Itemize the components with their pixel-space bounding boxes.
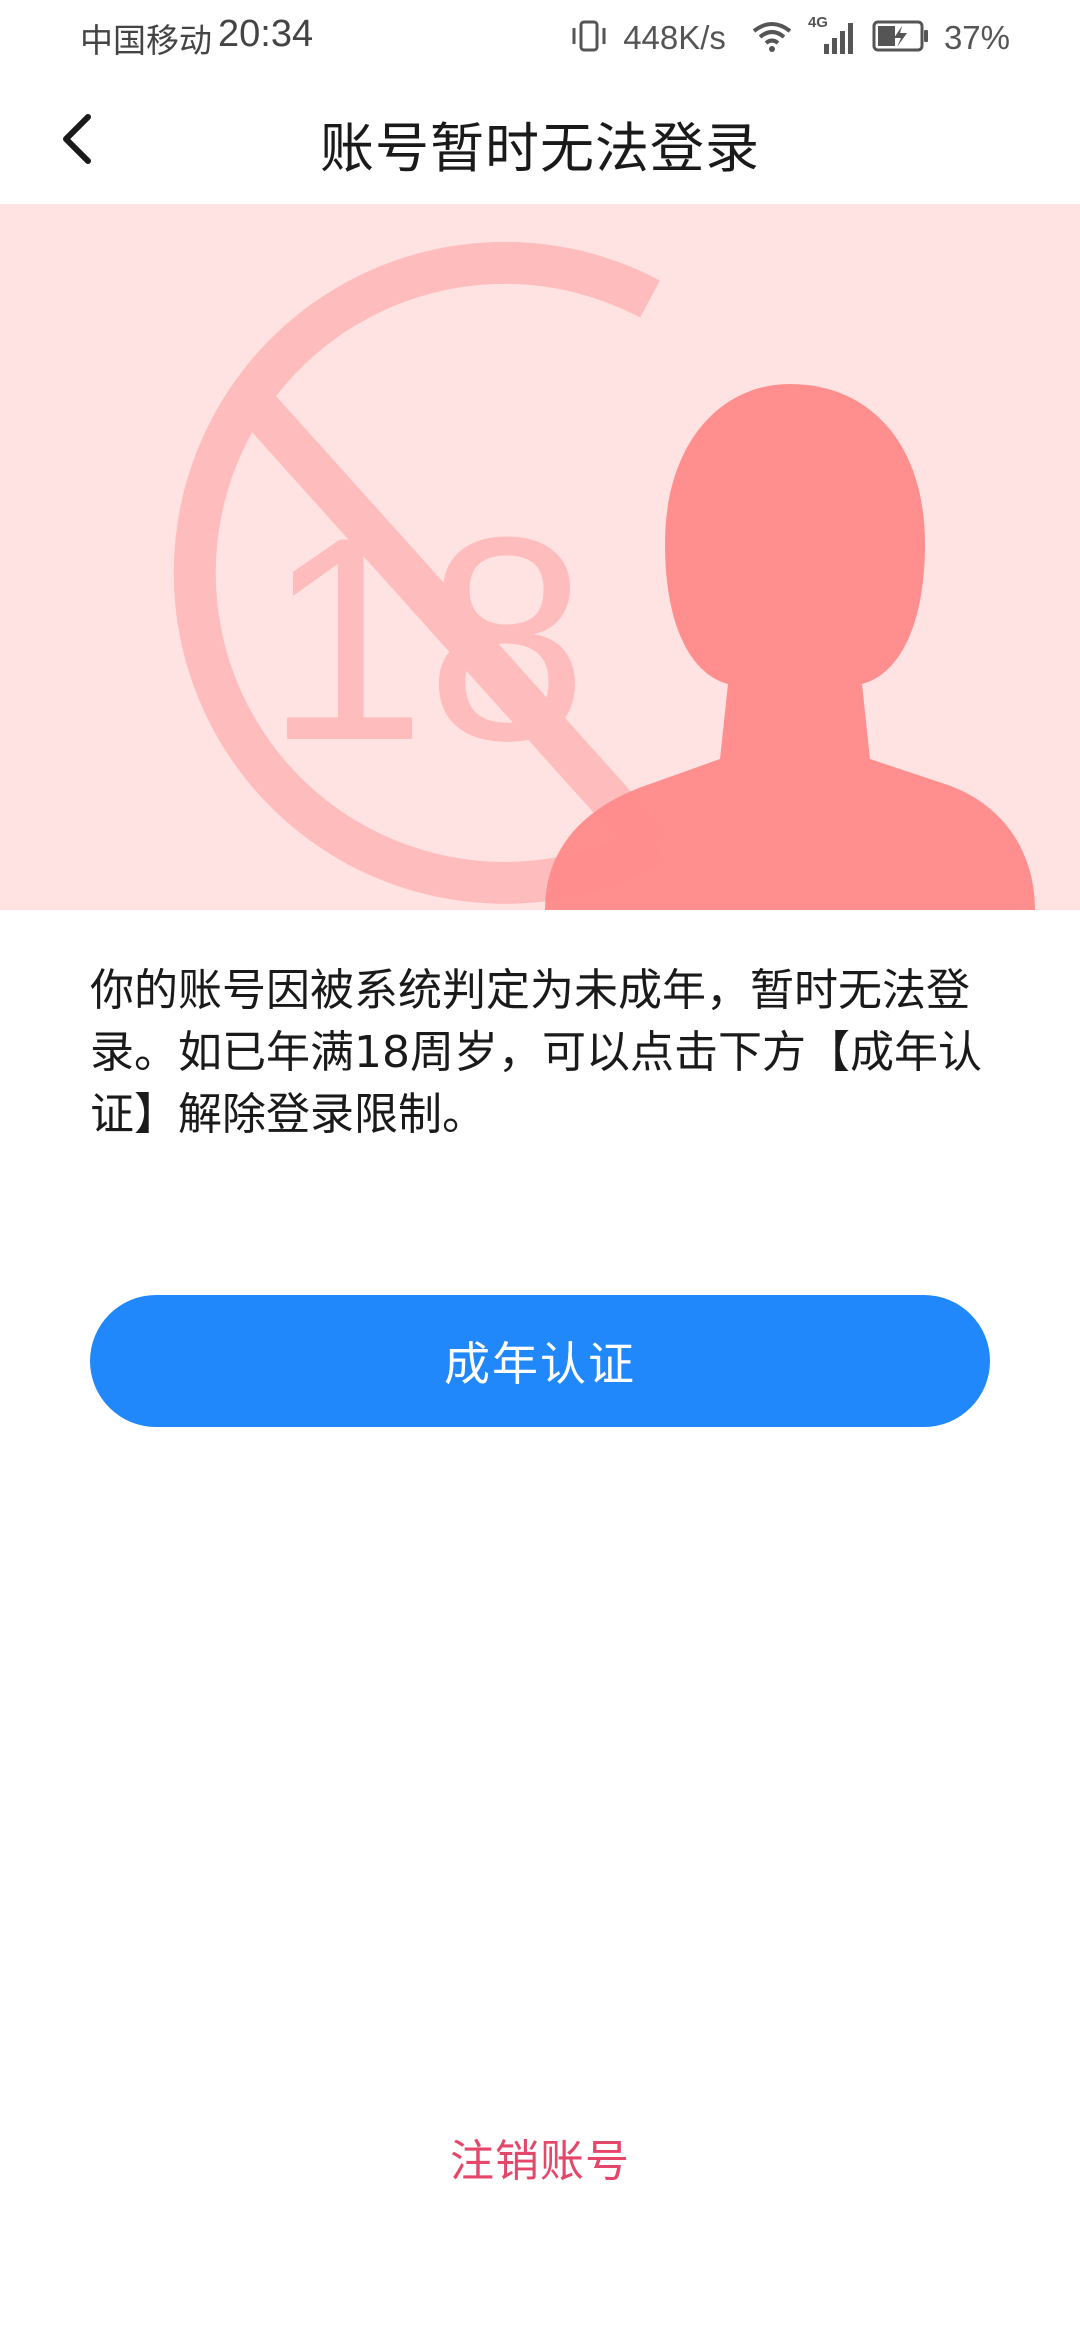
status-bar: 中国移动 20:34 448K/s 4G 37%	[0, 0, 1080, 76]
restriction-message: 你的账号因被系统判定为未成年，暂时无法登录。如已年满18周岁，可以点击下方【成年…	[90, 965, 982, 1140]
restriction-banner: 18	[0, 204, 1080, 910]
page: 中国移动 20:34 448K/s 4G 37% 账号暂时无法登录 18 你的账…	[0, 0, 1080, 2340]
adult-verification-button[interactable]: 成年认证	[90, 1295, 990, 1427]
age-badge-number: 18	[265, 477, 588, 801]
status-icons: 448K/s 4G 37%	[569, 14, 1010, 62]
cancel-account-link[interactable]: 注销账号	[0, 2125, 1080, 2189]
no-under-18-icon: 18	[173, 241, 666, 904]
battery-charging-icon	[872, 19, 930, 58]
nav-bar: 账号暂时无法登录	[0, 76, 1080, 204]
status-time: 20:34	[218, 13, 314, 55]
person-silhouette-icon	[545, 384, 1035, 910]
signal-icon: 4G	[808, 14, 858, 58]
vibrate-icon	[569, 19, 609, 58]
page-title: 账号暂时无法登录	[320, 117, 760, 180]
battery-percent: 37%	[943, 19, 1010, 56]
net-speed: 448K/s	[623, 19, 726, 56]
wifi-icon	[750, 19, 794, 58]
carrier-name: 中国移动	[80, 21, 212, 60]
